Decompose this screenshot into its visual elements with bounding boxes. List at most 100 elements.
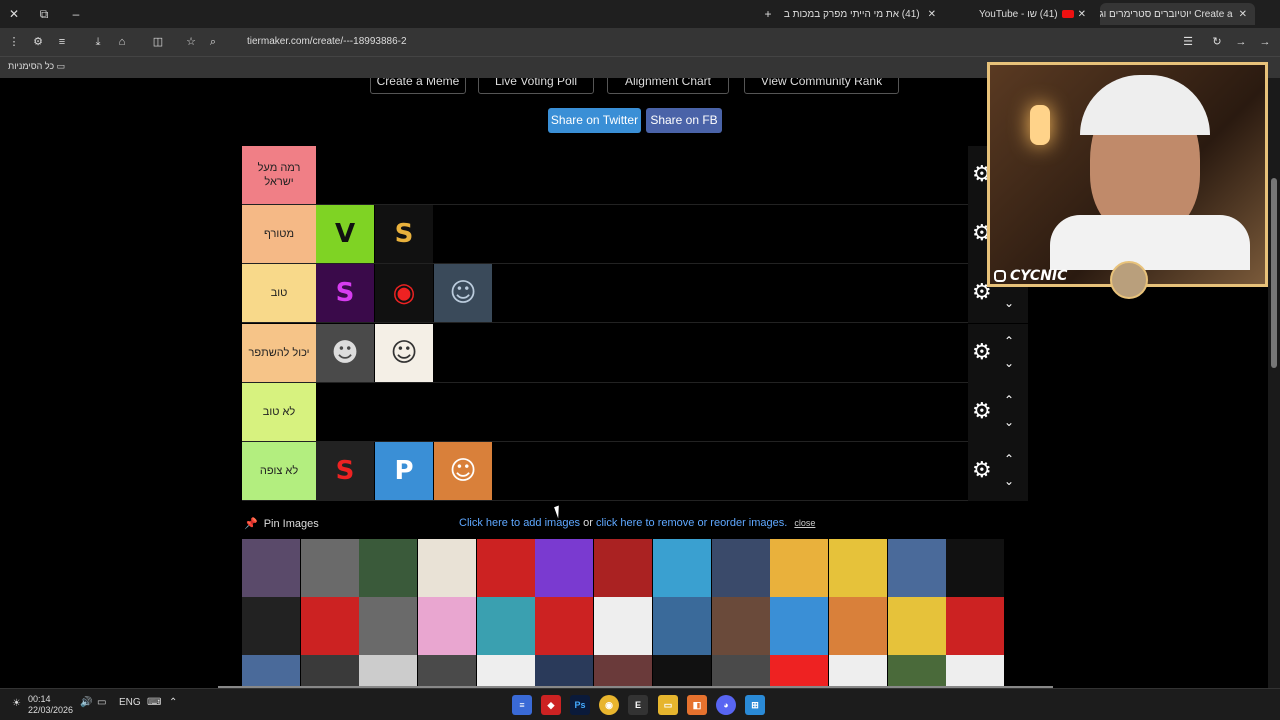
gear-icon[interactable]: ⚙ <box>972 458 992 483</box>
tier-image[interactable]: ◉ <box>375 264 433 323</box>
scroll-thumb[interactable] <box>1271 178 1277 368</box>
download-icon[interactable]: ⤓ <box>90 34 106 50</box>
tier-label[interactable]: טוב <box>242 264 316 323</box>
tier-label[interactable]: לא טוב <box>242 382 316 441</box>
chevron-up-icon[interactable]: ⌃ <box>1004 334 1014 348</box>
folder-app-icon[interactable]: ◧ <box>687 695 707 715</box>
gear-icon[interactable]: ⚙ <box>972 399 992 424</box>
pool-image[interactable] <box>946 539 1005 597</box>
reading-list-icon[interactable]: ≡ <box>54 34 70 50</box>
community-rank-button[interactable]: View Community Rank <box>744 78 899 94</box>
pool-image[interactable] <box>418 655 477 688</box>
tab-video[interactable]: ✕ (41) את מי הייתי מפרק במכות ב <box>784 3 944 25</box>
pool-image[interactable] <box>828 539 887 597</box>
pool-image[interactable] <box>652 655 711 688</box>
photoshop-app-icon[interactable]: Ps <box>570 695 590 715</box>
back-icon[interactable]: → <box>1257 34 1273 50</box>
pool-image[interactable] <box>594 539 653 597</box>
pool-image[interactable] <box>535 539 594 597</box>
tier-label[interactable]: מטורף <box>242 205 316 264</box>
tier-image[interactable]: ☺ <box>434 442 492 500</box>
add-images-link[interactable]: Click here to add images <box>459 517 580 529</box>
pool-image[interactable] <box>770 597 829 655</box>
tier-image[interactable]: S <box>316 442 374 500</box>
pool-image[interactable] <box>946 597 1005 655</box>
pool-image[interactable] <box>770 539 829 597</box>
pool-image[interactable] <box>242 539 300 597</box>
language-indicator[interactable]: ENG <box>119 697 141 708</box>
share-fb-button[interactable]: Share on FB <box>646 108 722 133</box>
pool-image[interactable] <box>946 655 1005 688</box>
live-voting-button[interactable]: Live Voting Poll <box>478 78 594 94</box>
pool-image[interactable] <box>711 539 770 597</box>
tier-label[interactable]: יכול להשתפר <box>242 323 316 382</box>
extension-icon[interactable]: ⚙ <box>30 34 46 50</box>
menu-icon[interactable]: ⋮ <box>6 34 22 50</box>
windows-start-icon[interactable]: ⊞ <box>745 695 765 715</box>
tier-label[interactable]: רמה מעל ישראל <box>242 146 316 204</box>
pool-image[interactable] <box>887 597 946 655</box>
chevron-up-icon[interactable]: ⌃ <box>1004 452 1014 466</box>
zoom-icon[interactable]: ⌕ <box>205 34 221 50</box>
reload-icon[interactable]: ↻ <box>1209 34 1225 50</box>
share-twitter-button[interactable]: Share on Twitter <box>548 108 641 133</box>
app-icon[interactable]: ◆ <box>541 695 561 715</box>
chevron-down-icon[interactable]: ⌄ <box>1004 356 1014 370</box>
pool-image[interactable] <box>418 597 477 655</box>
pool-image[interactable] <box>535 597 594 655</box>
pool-image[interactable] <box>770 655 829 688</box>
tier-image[interactable]: S <box>316 264 374 323</box>
pool-image[interactable] <box>300 539 359 597</box>
pool-image[interactable] <box>359 655 418 688</box>
discord-app-icon[interactable]: ◕ <box>716 695 736 715</box>
tab-youtube[interactable]: ✕ (41) שו - YouTube <box>944 3 1094 25</box>
restore-window-icon[interactable]: ⧉ <box>36 6 52 22</box>
alignment-chart-button[interactable]: Alignment Chart <box>607 78 729 94</box>
tab-close-icon[interactable]: ✕ <box>1078 9 1086 20</box>
tier-image[interactable]: S <box>375 205 433 264</box>
new-tab-icon[interactable]: + <box>760 6 776 22</box>
all-bookmarks[interactable]: כל הסימניות ▭ <box>8 61 65 72</box>
chrome-app-icon[interactable]: ◉ <box>599 695 619 715</box>
keyboard-icon[interactable]: ⌨ <box>147 697 161 708</box>
pool-image[interactable] <box>418 539 477 597</box>
pool-image[interactable] <box>359 539 418 597</box>
tune-icon[interactable]: ☰ <box>1180 34 1196 50</box>
weather-icon[interactable]: ☀ <box>12 698 21 709</box>
close-window-icon[interactable]: ✕ <box>6 6 22 22</box>
file-explorer-icon[interactable]: ▭ <box>658 695 678 715</box>
show-hidden-icons[interactable]: ⌃ <box>169 697 177 708</box>
tier-image[interactable]: P <box>375 442 433 500</box>
pool-image[interactable] <box>828 655 887 688</box>
network-icon[interactable]: ▭ <box>97 697 106 708</box>
tier-image[interactable]: ☺ <box>375 323 433 382</box>
chevron-down-icon[interactable]: ⌄ <box>1004 415 1014 429</box>
tab-close-icon[interactable]: ✕ <box>1239 9 1247 20</box>
forward-icon[interactable]: → <box>1233 34 1249 50</box>
tier-image[interactable]: ☺ <box>434 264 492 323</box>
remove-images-link[interactable]: click here to remove or reorder images. <box>596 517 787 529</box>
chevron-down-icon[interactable]: ⌄ <box>1004 474 1014 488</box>
pool-image[interactable] <box>300 655 359 688</box>
pool-image[interactable] <box>594 597 653 655</box>
close-link[interactable]: close <box>794 518 815 528</box>
tier-label[interactable]: לא צופה <box>242 442 316 500</box>
pool-image[interactable] <box>535 655 594 688</box>
tier-image[interactable]: ☻ <box>316 323 374 382</box>
clock[interactable]: 00:14 22/03/2026 <box>28 694 73 716</box>
tab-tiermaker[interactable]: ✕ Create a יוטיוברים סטרימרים וג <box>1100 3 1255 25</box>
epic-games-app-icon[interactable]: E <box>628 695 648 715</box>
gear-icon[interactable]: ⚙ <box>972 340 992 365</box>
pool-image[interactable] <box>887 539 946 597</box>
pool-image[interactable] <box>476 597 535 655</box>
pool-image[interactable] <box>711 655 770 688</box>
star-icon[interactable]: ☆ <box>183 34 199 50</box>
pool-image[interactable] <box>711 597 770 655</box>
vertical-scrollbar[interactable] <box>1268 78 1280 688</box>
pool-image[interactable] <box>476 655 535 688</box>
tier-image[interactable]: V <box>316 205 374 264</box>
notepad-app-icon[interactable]: ≡ <box>512 695 532 715</box>
pool-image[interactable] <box>887 655 946 688</box>
chevron-down-icon[interactable]: ⌄ <box>1004 296 1014 310</box>
volume-icon[interactable]: 🔊 <box>80 697 92 708</box>
